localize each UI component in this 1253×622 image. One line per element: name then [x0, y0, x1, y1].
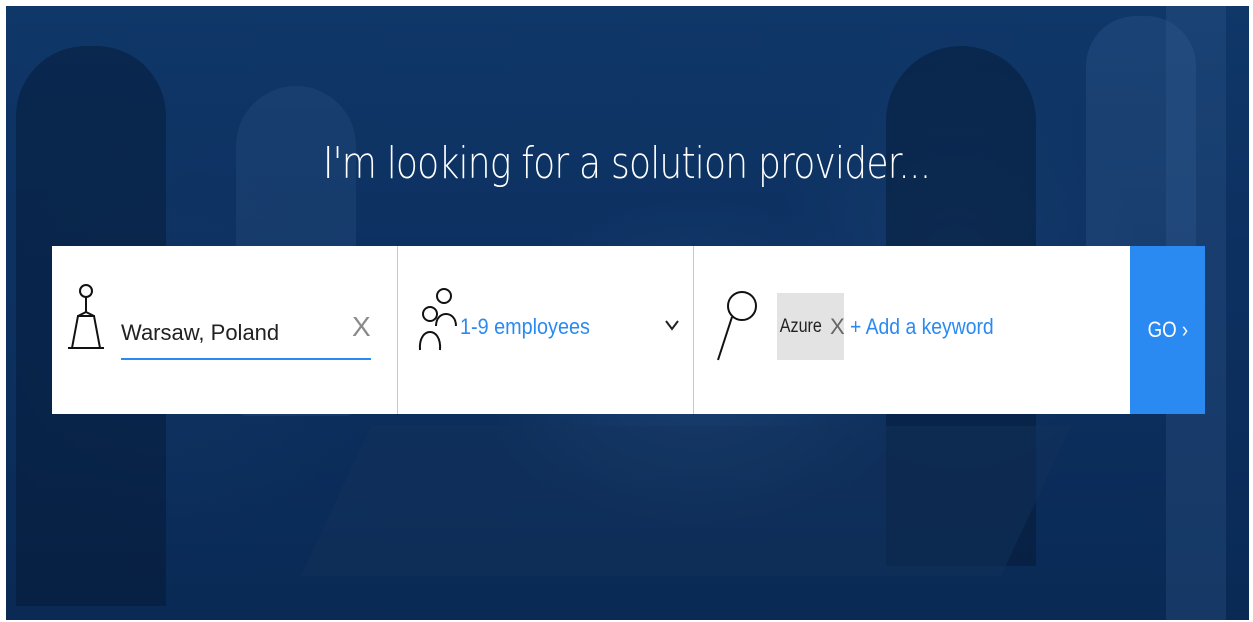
keywords-segment: Azure X + Add a keyword: [694, 246, 1130, 414]
location-input[interactable]: [121, 308, 371, 360]
remove-keyword-button[interactable]: X: [830, 314, 845, 340]
people-icon: [418, 288, 457, 351]
location-pin-icon: [68, 284, 104, 349]
company-size-select[interactable]: 1-9 employees: [460, 314, 590, 340]
keyword-tag: Azure X: [777, 293, 845, 360]
background-table: [301, 426, 1071, 576]
chevron-down-icon[interactable]: [664, 318, 680, 332]
go-button[interactable]: GO ›: [1130, 246, 1205, 414]
location-segment: X: [52, 246, 398, 414]
company-size-segment[interactable]: 1-9 employees: [398, 246, 694, 414]
keyword-tag-label: Azure: [780, 315, 823, 337]
search-icon: [717, 291, 757, 361]
add-keyword-link[interactable]: + Add a keyword: [850, 314, 994, 340]
search-bar: X 1-9 employees Azure X + Add a keyword …: [52, 246, 1205, 414]
clear-location-button[interactable]: X: [352, 312, 371, 342]
go-button-label: GO ›: [1147, 317, 1188, 342]
hero-title: I'm looking for a solution provider...: [322, 138, 931, 189]
